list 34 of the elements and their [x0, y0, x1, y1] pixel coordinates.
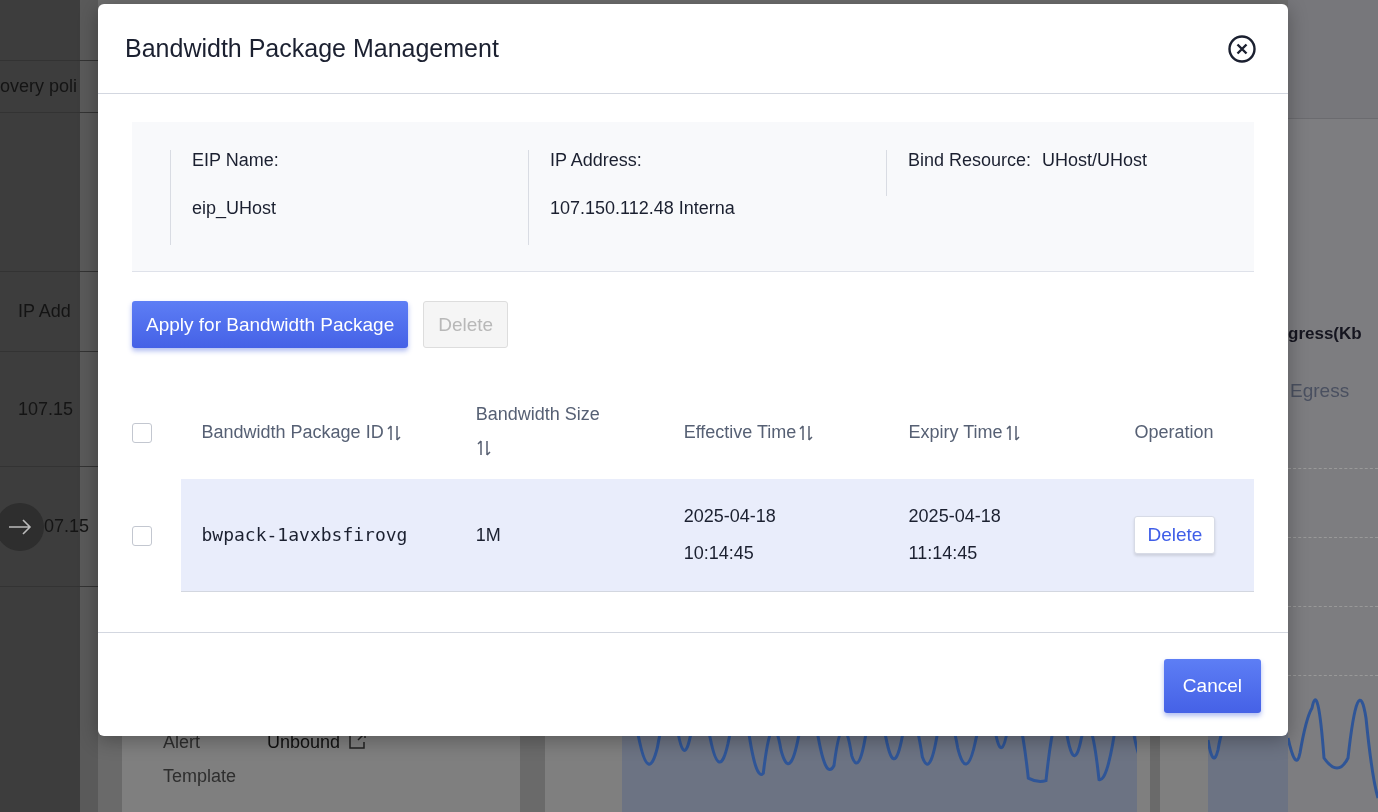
dialog-title: Bandwidth Package Management: [125, 34, 499, 63]
close-icon[interactable]: [1227, 33, 1257, 64]
table-cell: 07.15: [44, 516, 90, 537]
field-value: eip_UHost: [192, 198, 278, 219]
column-header[interactable]: Expiry Time: [908, 422, 1003, 443]
checkbox[interactable]: [132, 525, 152, 546]
field-label: Template: [163, 766, 238, 788]
table-cell: bwpack-1avxbsfirovg: [201, 524, 408, 545]
sort-icon[interactable]: [1004, 423, 1021, 442]
sort-icon[interactable]: [385, 423, 402, 442]
field-label: EIP Name:: [192, 150, 280, 171]
arrow-icon: [8, 518, 32, 535]
sort-icon[interactable]: [798, 423, 815, 442]
column-header: Operation: [1134, 422, 1214, 443]
apply-button[interactable]: Apply for Bandwidth Package: [132, 301, 409, 348]
field-label: IP Address:: [550, 150, 643, 171]
table-cell: 1M: [475, 524, 501, 545]
column-header[interactable]: Bandwidth Package ID: [201, 422, 384, 443]
field-value: 107.150.112.48 Interna: [550, 198, 736, 219]
cancel-button[interactable]: Cancel: [1163, 659, 1261, 713]
field-label: Bind Resource:: [908, 150, 1032, 172]
table-cell-text: 2025-04-18 10:14:45: [683, 505, 777, 565]
column-header[interactable]: Effective Time: [683, 422, 797, 443]
chart-title: gress(Kb: [1288, 324, 1362, 344]
sort-icon[interactable]: [475, 438, 492, 457]
table-cell-text: 2025-04-18 11:14:45: [908, 505, 1002, 565]
field-value: Unbound: [267, 732, 341, 753]
column-header[interactable]: Bandwidth Size: [475, 403, 600, 424]
delete-button[interactable]: Delete: [1134, 516, 1216, 554]
table-row[interactable]: bwpack-1avxbsfirovg 1M 2025-04-18 10:14:45 2025-04-18 11:14:45 Delete: [132, 479, 1254, 592]
field-label: Alert: [163, 732, 201, 754]
checkbox[interactable]: [132, 423, 152, 444]
arrow-button[interactable]: [0, 502, 44, 551]
field-value: UHost/UHost: [1042, 150, 1148, 172]
